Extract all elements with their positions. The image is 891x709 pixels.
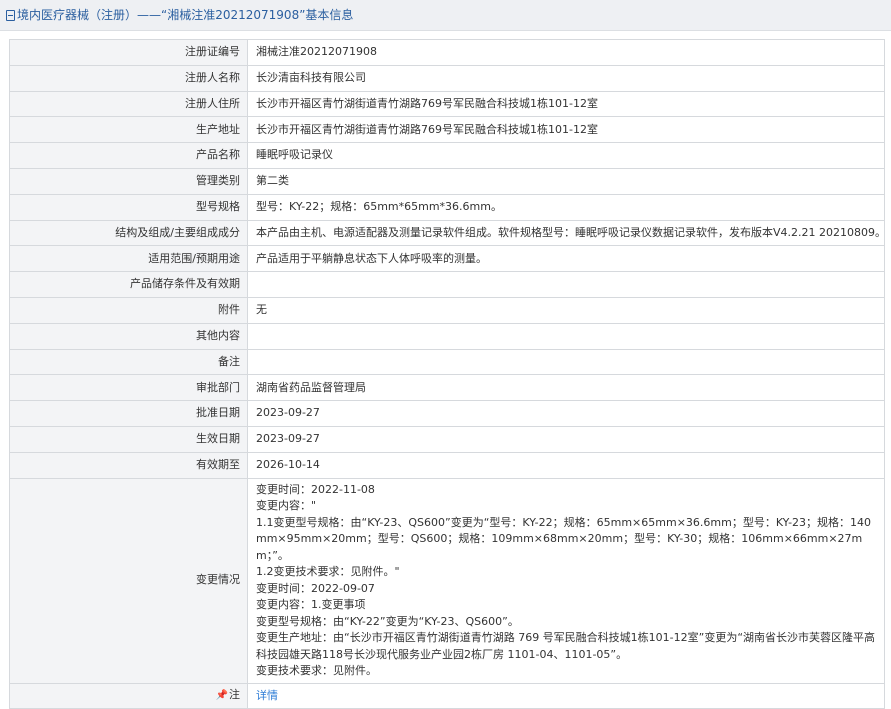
change-history-label: 变更情况 xyxy=(9,477,248,684)
field-value: 睡眠呼吸记录仪 xyxy=(247,142,885,169)
table-row: 批准日期 2023-09-27 xyxy=(9,400,885,427)
field-value: 本产品由主机、电源适配器及测量记录软件组成。软件规格型号：睡眠呼吸记录仪数据记录… xyxy=(247,219,885,247)
page-title: 境内医疗器械（注册）——“湘械注准20212071908”基本信息 xyxy=(17,8,354,22)
info-table: 注册证编号 湘械注准20212071908 注册人名称 长沙清亩科技有限公司 注… xyxy=(9,39,885,709)
change-line: 变更技术要求：见附件。 xyxy=(256,664,377,678)
field-value: 长沙市开福区青竹湖街道青竹湖路769号军民融合科技城1栋101-12室 xyxy=(247,116,885,144)
table-row: 产品名称 睡眠呼吸记录仪 xyxy=(9,142,885,169)
table-row: 型号规格 型号：KY-22；规格：65mm*65mm*36.6mm。 xyxy=(9,193,885,221)
table-row: 审批部门 湖南省药品监督管理局 xyxy=(9,374,885,402)
change-line: 变更生产地址：由“长沙市开福区青竹湖街道青竹湖路 769 号军民融合科技城1栋1… xyxy=(256,631,876,661)
field-value: 2026-10-14 xyxy=(247,451,885,479)
table-row: 注册人住所 长沙市开福区青竹湖街道青竹湖路769号军民融合科技城1栋101-12… xyxy=(9,90,885,118)
document-icon xyxy=(6,10,15,21)
change-history-value: 变更时间：2022-11-08 变更内容：" 1.1变更型号规格：由“KY-23… xyxy=(247,477,885,684)
change-line: 变更时间：2022-11-08 xyxy=(256,482,375,496)
field-label: 有效期至 xyxy=(9,451,248,479)
table-row: 有效期至 2026-10-14 xyxy=(9,451,885,479)
change-line: 1.2变更技术要求：见附件。" xyxy=(256,565,400,579)
details-link[interactable]: 详情 xyxy=(256,689,278,702)
field-label: 生效日期 xyxy=(9,425,248,453)
field-label: 注册证编号 xyxy=(9,39,248,66)
table-row: 管理类别 第二类 xyxy=(9,167,885,195)
field-label: 型号规格 xyxy=(9,193,248,221)
field-label: 适用范围/预期用途 xyxy=(9,245,248,273)
field-label: 产品名称 xyxy=(9,142,248,169)
field-value: 型号：KY-22；规格：65mm*65mm*36.6mm。 xyxy=(247,193,885,221)
field-value: 无 xyxy=(247,296,885,324)
table-row: 附件 无 xyxy=(9,296,885,324)
field-label: 批准日期 xyxy=(9,400,248,427)
note-value-cell: 详情 xyxy=(247,682,885,709)
field-value: 湘械注准20212071908 xyxy=(247,39,885,66)
field-label: 注册人名称 xyxy=(9,64,248,92)
field-label: 管理类别 xyxy=(9,167,248,195)
field-label: 备注 xyxy=(9,348,248,376)
field-label: 附件 xyxy=(9,296,248,324)
page-title-bar: 境内医疗器械（注册）——“湘械注准20212071908”基本信息 xyxy=(0,0,891,31)
field-value xyxy=(247,271,885,298)
note-label-cell: 📌注 xyxy=(9,682,248,709)
pin-icon: 📌 xyxy=(215,690,228,702)
table-row: 结构及组成/主要组成成分 本产品由主机、电源适配器及测量记录软件组成。软件规格型… xyxy=(9,219,885,247)
field-value xyxy=(247,322,885,350)
table-row: 生效日期 2023-09-27 xyxy=(9,425,885,453)
change-line: 变更内容：1.变更事项 xyxy=(256,598,366,612)
table-row: 其他内容 xyxy=(9,322,885,350)
field-value: 长沙清亩科技有限公司 xyxy=(247,64,885,92)
field-label: 注册人住所 xyxy=(9,90,248,118)
field-label: 审批部门 xyxy=(9,374,248,402)
field-value: 第二类 xyxy=(247,167,885,195)
field-value: 2023-09-27 xyxy=(247,425,885,453)
change-line: 变更型号规格：由“KY-22”变更为“KY-23、QS600”。 xyxy=(256,614,519,628)
table-row: 生产地址 长沙市开福区青竹湖街道青竹湖路769号军民融合科技城1栋101-12室 xyxy=(9,116,885,144)
field-label: 其他内容 xyxy=(9,322,248,350)
field-value: 长沙市开福区青竹湖街道青竹湖路769号军民融合科技城1栋101-12室 xyxy=(247,90,885,118)
field-value: 湖南省药品监督管理局 xyxy=(247,374,885,402)
table-row: 产品储存条件及有效期 xyxy=(9,271,885,298)
field-label: 产品储存条件及有效期 xyxy=(9,271,248,298)
field-label: 生产地址 xyxy=(9,116,248,144)
table-row: 适用范围/预期用途 产品适用于平躺静息状态下人体呼吸率的测量。 xyxy=(9,245,885,273)
field-value: 产品适用于平躺静息状态下人体呼吸率的测量。 xyxy=(247,245,885,273)
table-row: 注册人名称 长沙清亩科技有限公司 xyxy=(9,64,885,92)
field-value xyxy=(247,348,885,376)
field-value: 2023-09-27 xyxy=(247,400,885,427)
change-line: 变更内容：" xyxy=(256,499,317,513)
change-history-row: 变更情况 变更时间：2022-11-08 变更内容：" 1.1变更型号规格：由“… xyxy=(9,477,885,684)
change-line: 1.1变更型号规格：由“KY-23、QS600”变更为“型号：KY-22；规格：… xyxy=(256,515,872,562)
field-label: 结构及组成/主要组成成分 xyxy=(9,219,248,247)
change-line: 变更时间：2022-09-07 xyxy=(256,581,375,595)
table-row: 备注 xyxy=(9,348,885,376)
note-label: 注 xyxy=(229,688,240,702)
note-row: 📌注 详情 xyxy=(9,682,885,709)
table-row: 注册证编号 湘械注准20212071908 xyxy=(9,39,885,66)
